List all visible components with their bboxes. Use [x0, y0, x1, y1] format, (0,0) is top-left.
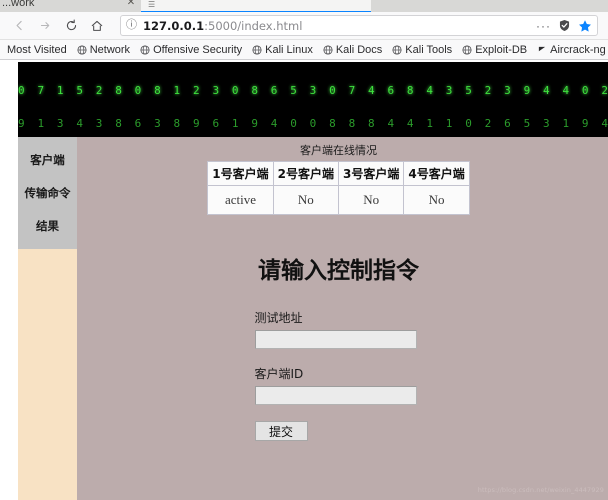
- table-header-cell: 4号客户端: [403, 161, 470, 186]
- bookmark-label: Exploit-DB: [475, 43, 528, 56]
- browser-window: ...work ✕ ☰ ⓘ 127.0.0.1:5000/index.html …: [0, 0, 608, 500]
- globe-icon: [252, 44, 262, 55]
- watermark-text: https://blog.csdn.net/weixin_4447929: [477, 486, 604, 494]
- submit-button[interactable]: 提交: [254, 421, 308, 441]
- client-id-input[interactable]: [254, 386, 417, 405]
- bookmark-label: Kali Linux: [265, 43, 313, 56]
- status-cell: No: [337, 185, 405, 215]
- form-heading: 请输入控制指令: [258, 258, 419, 284]
- bookmark-label: Network: [89, 43, 131, 56]
- banner-row: 0 7 1 5 2 8 0 8 1 2 3 0 8 6 5 3 0 7 4 6 …: [18, 84, 608, 97]
- bookmark-label: Offensive Security: [153, 43, 243, 56]
- navigation-toolbar: ⓘ 127.0.0.1:5000/index.html ···: [0, 12, 608, 40]
- table-header-row: 1号客户端 2号客户端 3号客户端 4号客户端: [207, 161, 470, 186]
- bookmark-label: Aircrack-ng: [550, 43, 606, 56]
- tab-favicon-icon: ☰: [148, 0, 156, 9]
- bookmark-network[interactable]: Network: [72, 41, 135, 59]
- test-address-input[interactable]: [254, 330, 417, 349]
- arrow-right-icon: [40, 22, 49, 29]
- forward-button[interactable]: [32, 14, 58, 38]
- page-actions-icon[interactable]: ···: [536, 20, 551, 32]
- bookmark-exploit-db[interactable]: Exploit-DB: [457, 41, 532, 59]
- bookmarks-bar: Most Visited Network Offensive Security …: [0, 40, 608, 60]
- status-cell: active: [207, 185, 274, 215]
- bookmark-label: Kali Tools: [405, 43, 453, 56]
- sidebar-item-label: 客户端: [30, 152, 65, 167]
- globe-icon: [392, 44, 402, 55]
- flag-icon: [537, 45, 547, 55]
- bookmark-label: Kali Docs: [335, 43, 383, 56]
- bookmark-offensive-security[interactable]: Offensive Security: [135, 41, 247, 59]
- tab-active[interactable]: ☰: [141, 0, 371, 12]
- sidebar-item-clients[interactable]: 客户端: [18, 153, 77, 167]
- table-header-cell: 2号客户端: [272, 161, 340, 186]
- reload-icon: [66, 19, 76, 31]
- table-header-cell: 3号客户端: [337, 161, 405, 186]
- address-bar-text: 127.0.0.1:5000/index.html: [143, 19, 532, 33]
- shield-icon[interactable]: [558, 19, 571, 32]
- tab-close-icon[interactable]: ✕: [124, 0, 138, 12]
- sidebar-item-label: 结果: [36, 219, 59, 234]
- reload-button[interactable]: [58, 14, 84, 38]
- globe-icon: [77, 44, 87, 55]
- sidebar-item-send-command[interactable]: 传输命令: [18, 186, 77, 200]
- tab-inactive[interactable]: ...work: [0, 0, 122, 12]
- sidebar-menu: 客户端 传输命令 结果: [18, 137, 77, 249]
- page-viewport: 0 7 1 5 2 8 0 8 1 2 3 0 8 6 5 3 0 7 4 6 …: [0, 62, 608, 500]
- banner-row: 9 1 3 4 3 8 6 3 8 9 6 1 9 4 0 0 8 8 8 4 …: [18, 117, 608, 130]
- bookmark-kali-tools[interactable]: Kali Tools: [387, 41, 457, 59]
- bookmark-label: Most Visited: [7, 43, 67, 56]
- bookmark-most-visited[interactable]: Most Visited: [2, 41, 72, 59]
- status-cell: No: [403, 185, 470, 215]
- sidebar-item-results[interactable]: 结果: [18, 219, 77, 233]
- url-path: :5000/index.html: [204, 18, 303, 33]
- globe-icon: [140, 44, 150, 55]
- tab-inactive-title: ...work: [2, 0, 35, 9]
- bookmark-aircrack-ng[interactable]: Aircrack-ng: [532, 41, 608, 59]
- arrow-left-icon: [15, 20, 22, 31]
- status-table-title: 客户端在线情况: [300, 144, 377, 157]
- globe-icon: [323, 44, 333, 55]
- sidebar-item-label: 传输命令: [24, 185, 71, 200]
- tab-strip: ...work ✕ ☰: [0, 0, 608, 12]
- client-id-label: 客户端ID: [254, 367, 304, 381]
- table-header-cell: 1号客户端: [207, 161, 274, 186]
- back-button[interactable]: [6, 14, 32, 38]
- test-address-label: 测试地址: [254, 311, 303, 325]
- address-bar-actions: ···: [532, 19, 592, 33]
- sidebar: 客户端 传输命令 结果: [18, 137, 77, 500]
- bookmark-kali-docs[interactable]: Kali Docs: [318, 41, 387, 59]
- main-content: 客户端在线情况 1号客户端 2号客户端 3号客户端 4号客户端 active N…: [77, 137, 608, 500]
- home-button[interactable]: [84, 14, 110, 38]
- home-icon: [91, 20, 103, 31]
- address-bar[interactable]: ⓘ 127.0.0.1:5000/index.html ···: [120, 15, 598, 36]
- bookmark-star-icon[interactable]: [578, 19, 592, 33]
- page-info-icon[interactable]: ⓘ: [126, 20, 137, 31]
- bookmark-kali-linux[interactable]: Kali Linux: [247, 41, 318, 59]
- web-page: 0 7 1 5 2 8 0 8 1 2 3 0 8 6 5 3 0 7 4 6 …: [18, 62, 608, 500]
- client-status-table: 1号客户端 2号客户端 3号客户端 4号客户端 active No No No: [207, 161, 470, 215]
- url-host: 127.0.0.1: [143, 18, 205, 33]
- globe-icon: [462, 44, 472, 55]
- table-row: active No No No: [207, 185, 470, 215]
- status-cell: No: [272, 185, 340, 215]
- matrix-digit-banner: 0 7 1 5 2 8 0 8 1 2 3 0 8 6 5 3 0 7 4 6 …: [18, 62, 608, 137]
- command-form: 测试地址 客户端ID 提交: [254, 309, 417, 441]
